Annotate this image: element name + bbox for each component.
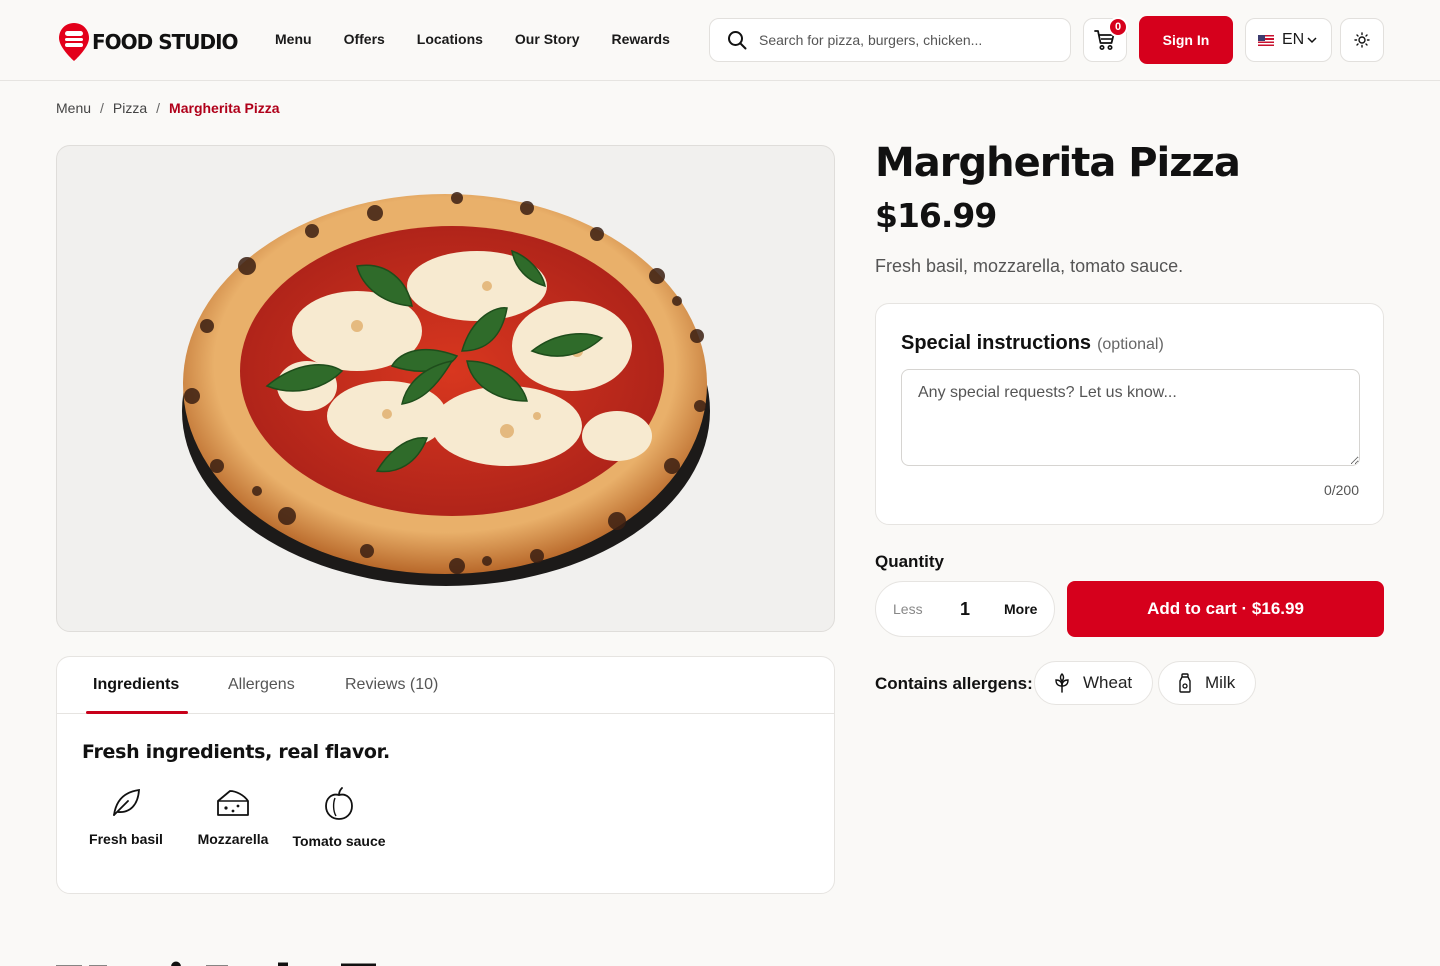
optional-label: (optional) xyxy=(1097,336,1164,353)
nav-locations[interactable]: Locations xyxy=(417,31,483,47)
language-selector[interactable]: EN xyxy=(1245,18,1332,62)
ingredient-item: Mozzarella xyxy=(183,787,283,848)
breadcrumb-pizza[interactable]: Pizza xyxy=(113,100,147,116)
cheese-icon xyxy=(217,790,249,816)
quantity-increase-button[interactable]: More xyxy=(1004,601,1037,617)
product-image xyxy=(56,145,835,632)
tomato-icon xyxy=(325,787,353,820)
allergen-label: Milk xyxy=(1205,673,1236,692)
character-counter: 0/200 xyxy=(1323,482,1359,498)
site-header: FOOD STUDIO Menu Offers Locations Our St… xyxy=(0,0,1440,81)
quantity-label: Quantity xyxy=(875,552,944,571)
quantity-value: 1 xyxy=(960,598,971,619)
allergen-label: Wheat xyxy=(1083,673,1133,692)
nav-our-story[interactable]: Our Story xyxy=(515,31,580,47)
add-to-cart-button[interactable]: Add to cart · $16.99 xyxy=(1067,581,1384,637)
ingredient-item: Fresh basil xyxy=(76,787,176,848)
tab-allergens[interactable]: Allergens xyxy=(228,676,295,694)
allergen-chip-milk: Milk xyxy=(1158,661,1257,705)
nav-menu[interactable]: Menu xyxy=(275,31,312,47)
search-bar xyxy=(709,18,1071,62)
quantity-decrease-button[interactable]: Less xyxy=(893,601,923,617)
breadcrumb-current: Margherita Pizza xyxy=(169,100,280,116)
leaf-icon xyxy=(113,788,140,816)
ingredient-label: Fresh basil xyxy=(89,831,163,847)
special-instructions-textarea[interactable] xyxy=(901,369,1360,466)
breadcrumb-separator: / xyxy=(100,100,104,116)
search-input[interactable] xyxy=(759,32,1059,48)
tab-ingredients[interactable]: Ingredients xyxy=(93,676,179,694)
main-nav: Menu Offers Locations Our Story Rewards xyxy=(275,31,702,47)
sun-icon xyxy=(1354,32,1370,48)
allergen-chip-wheat: Wheat xyxy=(1034,661,1154,705)
sign-in-button[interactable]: Sign In xyxy=(1139,16,1233,64)
us-flag-icon xyxy=(1258,34,1274,46)
special-instructions-card: Special instructions (optional) 0/200 xyxy=(875,303,1384,525)
search-icon xyxy=(728,31,747,50)
active-tab-indicator xyxy=(86,711,188,714)
ingredients-heading: Fresh ingredients, real flavor. xyxy=(82,741,390,763)
brand-name: FOOD STUDIO xyxy=(92,30,239,54)
cart-count-badge: 0 xyxy=(1108,17,1128,37)
language-label: EN xyxy=(1282,31,1305,48)
breadcrumb-separator: / xyxy=(156,100,161,116)
allergens-label: Contains allergens: xyxy=(875,674,1033,693)
nav-rewards[interactable]: Rewards xyxy=(612,31,670,47)
wheat-icon xyxy=(1055,673,1069,693)
breadcrumb: Menu / Pizza / Margherita Pizza xyxy=(56,100,280,116)
brand-logo[interactable]: FOOD STUDIO xyxy=(58,22,239,62)
milk-bottle-icon xyxy=(1179,673,1191,693)
product-details-tabs: Ingredients Allergens Reviews (10) Fresh… xyxy=(56,656,835,894)
quantity-stepper: Less 1 More xyxy=(875,581,1055,637)
tab-reviews[interactable]: Reviews (10) xyxy=(345,676,438,694)
product-description: Fresh basil, mozzarella, tomato sauce. xyxy=(875,256,1184,276)
nav-offers[interactable]: Offers xyxy=(344,31,385,47)
special-instructions-heading: Special instructions (optional) xyxy=(901,332,1164,355)
ingredient-label: Tomato sauce xyxy=(292,833,386,849)
product-price: $16.99 xyxy=(875,196,997,235)
breadcrumb-menu[interactable]: Menu xyxy=(56,100,91,116)
product-title: Margherita Pizza xyxy=(875,140,1241,186)
next-section-heading-peek xyxy=(56,961,376,966)
ingredient-label: Mozzarella xyxy=(197,831,269,847)
ingredient-item: Tomato sauce xyxy=(289,787,389,850)
tab-bar: Ingredients Allergens Reviews (10) xyxy=(57,657,834,714)
chevron-down-icon xyxy=(1307,37,1317,44)
margherita-pizza-image xyxy=(182,192,710,586)
location-pin-icon xyxy=(59,23,89,61)
special-instructions-title: Special instructions xyxy=(901,332,1092,354)
theme-toggle-button[interactable] xyxy=(1340,18,1384,62)
